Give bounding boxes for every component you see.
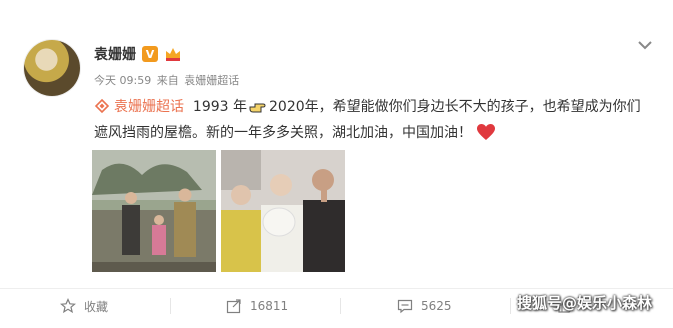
pointing-hand-icon [249, 103, 266, 113]
verified-badge-icon: V [142, 46, 158, 62]
post-photo-1993[interactable] [92, 150, 216, 272]
favorite-label: 收藏 [84, 299, 109, 314]
action-separator [510, 298, 511, 314]
share-count: 16811 [250, 299, 289, 313]
sohu-watermark: 搜狐号@娱乐小森林 [517, 294, 653, 312]
author-row: 袁姗姗 V [94, 44, 182, 64]
post-source[interactable]: 袁姗姗超话 [184, 74, 239, 87]
star-icon [60, 298, 76, 314]
post-meta: 今天 09:59 来自 袁姗姗超话 [94, 72, 241, 88]
action-separator [170, 298, 171, 314]
supertopic-diamond-icon [94, 98, 110, 114]
author-avatar[interactable] [24, 40, 80, 96]
comment-button[interactable]: 5625 [397, 296, 452, 316]
favorite-button[interactable]: 收藏 [60, 296, 108, 316]
from-prefix: 来自 [156, 74, 179, 87]
red-heart-icon [477, 124, 495, 140]
share-icon [226, 299, 241, 314]
weibo-post-card: 袁姗姗 V 今天 09:59 来自 袁姗姗超话 袁姗姗超话 1993 年 202… [0, 0, 673, 328]
action-divider [0, 288, 673, 289]
photo-1993-image [92, 150, 216, 272]
supertopic-link[interactable]: 袁姗姗超话 [114, 99, 184, 115]
crown-member-icon [166, 48, 180, 61]
post-content: 袁姗姗超话 1993 年 2020年，希望能做你们身边长不大的孩子，也希望成为你… [94, 94, 654, 146]
comment-icon [397, 299, 413, 314]
post-photo-2020[interactable] [221, 150, 345, 272]
post-time[interactable]: 今天 09:59 [94, 74, 151, 87]
photo-2020-image [221, 150, 345, 272]
author-name[interactable]: 袁姗姗 [94, 44, 136, 64]
chevron-down-icon[interactable] [636, 38, 654, 52]
action-separator [340, 298, 341, 314]
content-year: 1993 年 [192, 99, 247, 115]
comment-count: 5625 [421, 299, 452, 313]
share-button[interactable]: 16811 [226, 296, 288, 316]
